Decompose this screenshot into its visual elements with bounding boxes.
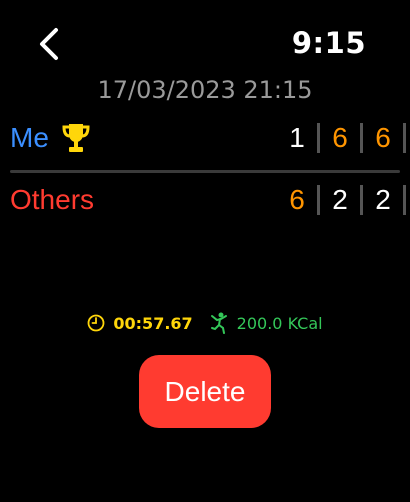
set-separator bbox=[317, 185, 320, 215]
back-button[interactable] bbox=[38, 22, 70, 66]
duration-value: 00:57.67 bbox=[113, 313, 193, 333]
match-date: 17/03/2023 21:15 bbox=[97, 76, 313, 104]
set-separator bbox=[360, 123, 363, 153]
set-score: 2 bbox=[332, 184, 348, 215]
clock-icon bbox=[87, 314, 105, 332]
match-detail-screen: 9:15 17/03/2023 21:15 Me 1 6 6 Others 6 bbox=[0, 0, 410, 502]
player-row-others: Others 6 2 2 bbox=[10, 178, 410, 222]
status-time: 9:15 bbox=[291, 26, 366, 60]
calories-stat: 200.0 KCal bbox=[209, 312, 323, 334]
set-score: 6 bbox=[375, 122, 391, 153]
set-score: 6 bbox=[332, 122, 348, 153]
player-name: Others bbox=[10, 184, 95, 215]
set-separator bbox=[403, 123, 406, 153]
set-scores: 1 6 6 bbox=[281, 116, 410, 160]
set-score: 6 bbox=[289, 184, 305, 215]
player-row-me: Me 1 6 6 bbox=[10, 116, 410, 160]
calories-value: 200.0 KCal bbox=[236, 313, 323, 333]
activity-figure-icon bbox=[210, 312, 227, 334]
set-separator bbox=[317, 123, 320, 153]
chevron-left-icon bbox=[40, 28, 58, 60]
set-separator bbox=[360, 185, 363, 215]
match-stats: 00:57.67 200.0 KCal bbox=[0, 312, 410, 334]
player-name: Me bbox=[10, 122, 49, 153]
set-score: 1 bbox=[289, 122, 305, 153]
duration-stat: 00:57.67 bbox=[87, 313, 193, 333]
divider bbox=[10, 170, 400, 173]
set-scores: 6 2 2 bbox=[281, 178, 410, 222]
trophy-icon bbox=[61, 122, 91, 154]
delete-button[interactable]: Delete bbox=[139, 355, 271, 428]
set-score: 2 bbox=[375, 184, 391, 215]
set-separator bbox=[403, 185, 406, 215]
